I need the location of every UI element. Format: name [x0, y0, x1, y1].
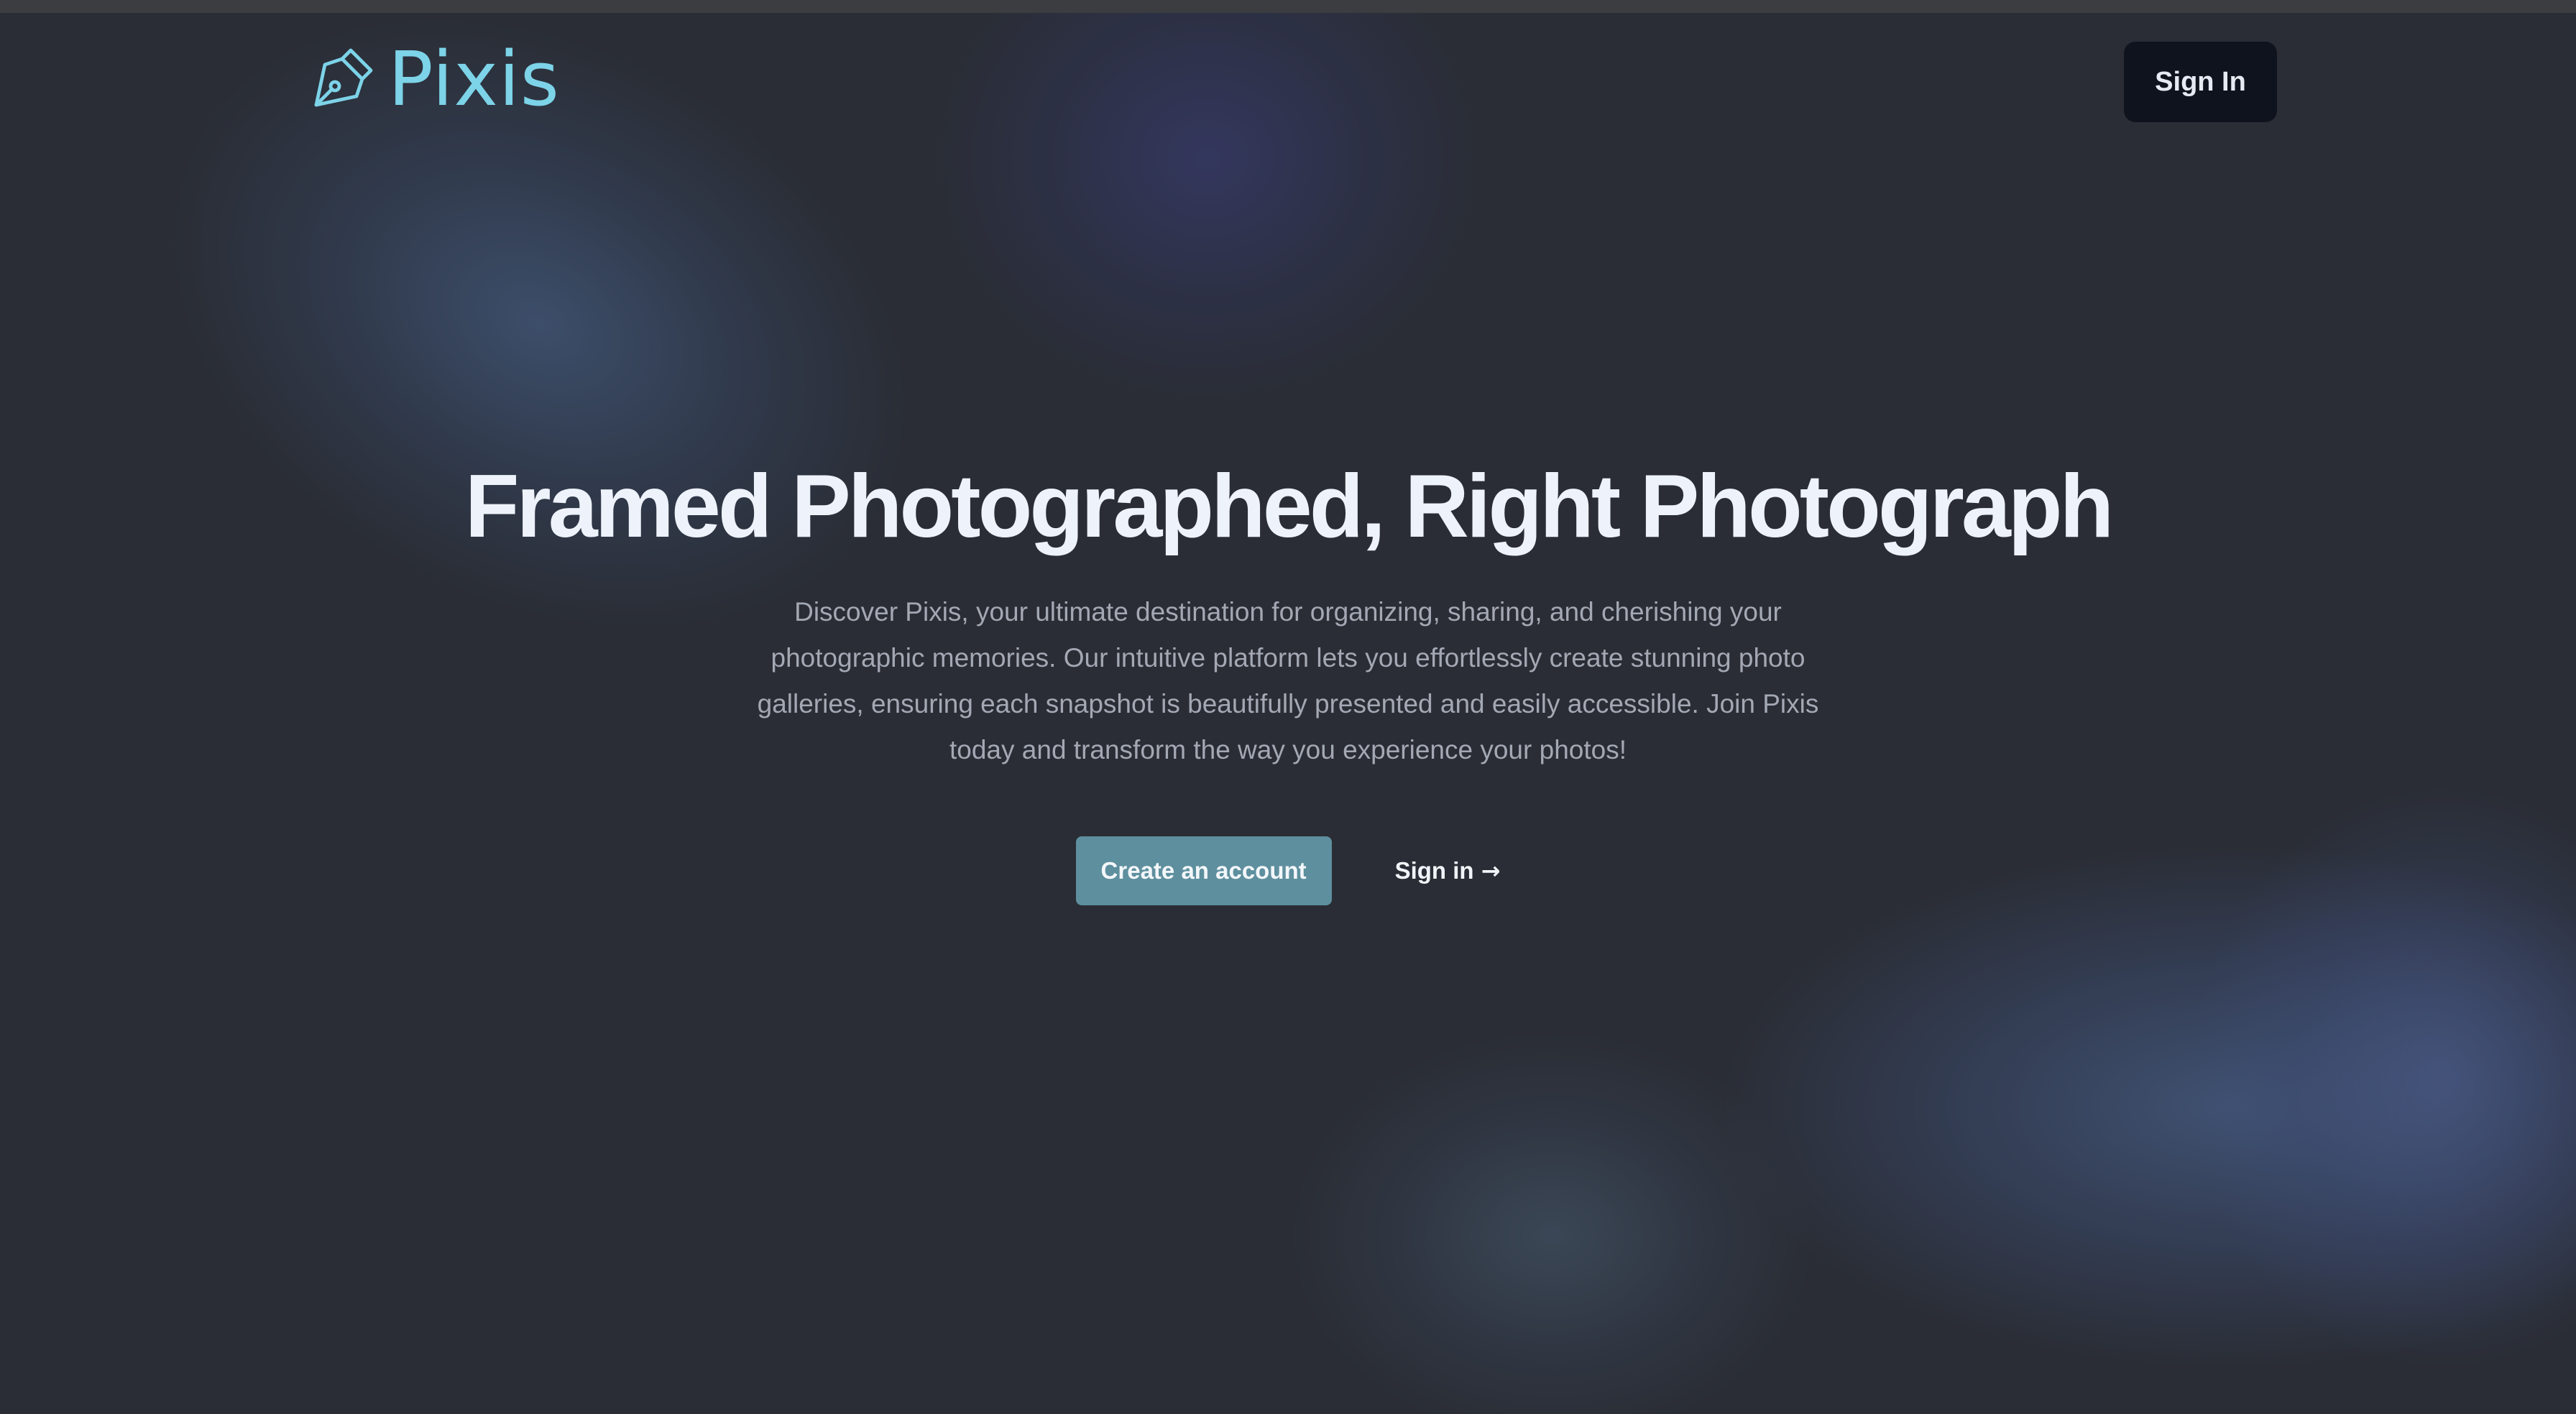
- background-glow: [1294, 1035, 1811, 1414]
- site-header: Pixis Sign In: [0, 13, 2576, 149]
- browser-top-strip: [0, 0, 2576, 13]
- hero-title: Framed Photographed, Right Photograph: [464, 457, 2115, 556]
- arrow-right-icon: →: [1481, 857, 1501, 884]
- hero-actions: Create an account Sign in →: [0, 836, 2576, 905]
- sign-in-link-label: Sign in: [1394, 857, 1474, 884]
- hero-section: Framed Photographed, Right Photograph Di…: [0, 445, 2576, 905]
- hero-description: Discover Pixis, your ultimate destinatio…: [757, 597, 1819, 764]
- brand-logo-link[interactable]: Pixis: [308, 42, 560, 116]
- pen-nib-icon: [308, 42, 382, 116]
- header-sign-in-button[interactable]: Sign In: [2124, 42, 2277, 122]
- sign-in-link[interactable]: Sign in →: [1395, 857, 1501, 884]
- create-account-button[interactable]: Create an account: [1075, 836, 1332, 905]
- background-glow: [1725, 848, 2576, 1365]
- landing-page: Pixis Sign In Framed Photographed, Right…: [0, 0, 2576, 1414]
- brand-name: Pixis: [388, 35, 560, 123]
